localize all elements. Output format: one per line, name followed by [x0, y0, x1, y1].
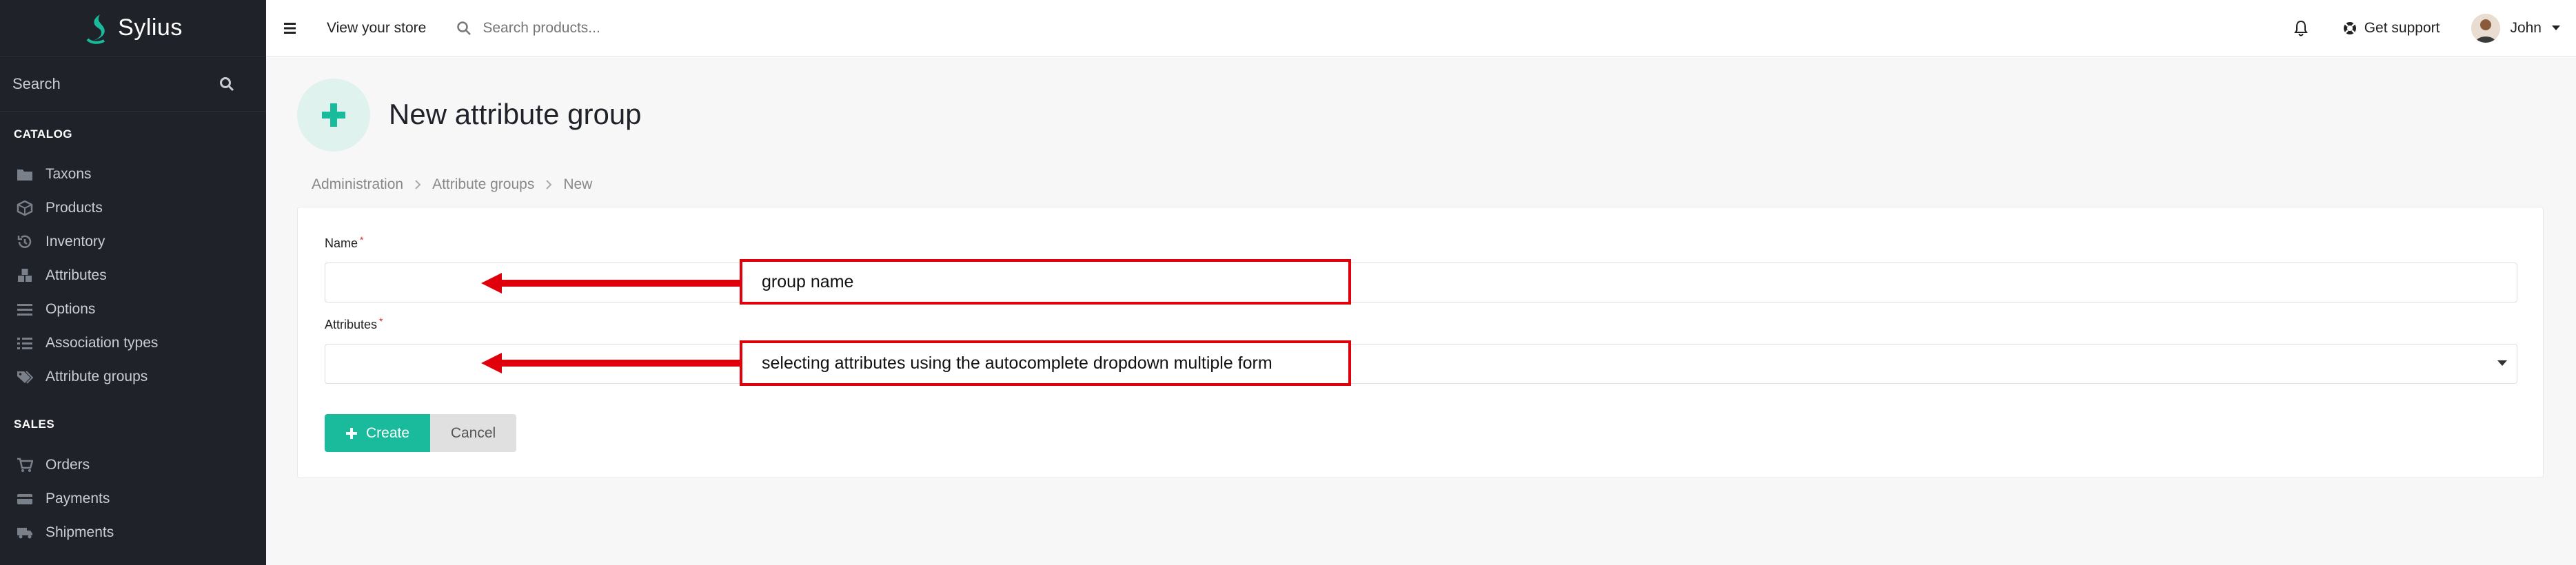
cancel-button-label: Cancel: [450, 424, 496, 441]
chevron-down-icon[interactable]: [2551, 25, 2561, 32]
product-search: [456, 19, 759, 37]
cart-icon: [17, 458, 33, 472]
sidebar-search[interactable]: Search: [0, 56, 266, 112]
sidebar-item-label: Products: [45, 199, 103, 216]
sidebar-search-label: Search: [12, 74, 61, 92]
sidebar-item-products[interactable]: Products: [0, 191, 266, 225]
sidebar-item-inventory[interactable]: Inventory: [0, 225, 266, 258]
search-products-input[interactable]: [483, 19, 759, 37]
sidebar-item-options[interactable]: Options: [0, 292, 266, 326]
cube-icon: [17, 200, 33, 216]
sidebar-item-label: Taxons: [45, 165, 92, 182]
topbar-right: Get support John: [2293, 0, 2561, 56]
sidebar-item-attributes[interactable]: Attributes: [0, 258, 266, 292]
folder-icon: [17, 169, 32, 181]
annotation-arrow-name: [481, 273, 743, 294]
user-name[interactable]: John: [2510, 20, 2542, 37]
breadcrumb: Administration Attribute groups New: [312, 176, 592, 193]
avatar[interactable]: [2471, 14, 2501, 43]
brand-name: Sylius: [118, 14, 183, 41]
sidebar-item-label: Association types: [45, 334, 159, 351]
bell-icon[interactable]: [2293, 20, 2308, 37]
sidebar-item-label: Attribute groups: [45, 368, 148, 384]
dropdown-caret-icon[interactable]: [2497, 360, 2507, 366]
annotation-name-text: group name: [762, 271, 854, 291]
life-ring-icon: [2343, 22, 2356, 34]
sidebar: Sylius Search CATALOG Taxons Products In…: [0, 0, 266, 565]
sidebar-item-orders[interactable]: Orders: [0, 448, 266, 482]
sidebar-item-label: Shipments: [45, 524, 114, 540]
annotation-attributes: selecting attributes using the autocompl…: [740, 340, 1351, 386]
topbar: View your store Get support John: [266, 0, 2576, 56]
sidebar-item-label: Orders: [45, 456, 90, 473]
section-title-catalog: CATALOG: [14, 127, 73, 141]
form-card: Name * Attributes * Create Cancel: [297, 207, 2544, 478]
name-label: Name *: [325, 234, 364, 251]
breadcrumb-administration[interactable]: Administration: [312, 176, 403, 193]
required-mark: *: [379, 316, 383, 327]
annotation-attributes-text: selecting attributes using the autocompl…: [762, 353, 1272, 373]
view-store-link[interactable]: View your store: [327, 20, 426, 37]
required-mark: *: [360, 234, 364, 245]
sylius-logo-icon: [86, 14, 105, 44]
sales-section: SALES: [0, 418, 266, 431]
brand[interactable]: Sylius: [0, 0, 266, 56]
sidebar-item-payments[interactable]: Payments: [0, 482, 266, 515]
payment-icon: [17, 493, 32, 504]
history-icon: [17, 235, 32, 248]
page-title: New attribute group: [389, 98, 642, 130]
truck-icon: [17, 527, 32, 538]
attributes-label-text: Attributes: [325, 318, 378, 331]
sidebar-item-label: Payments: [45, 490, 110, 506]
options-icon: [17, 303, 32, 316]
plus-icon: [345, 427, 357, 439]
user-avatar-icon: [2471, 14, 2501, 43]
cancel-button[interactable]: Cancel: [430, 414, 516, 452]
sidebar-item-shipments[interactable]: Shipments: [0, 515, 266, 549]
sidebar-item-label: Inventory: [45, 233, 105, 249]
plus-icon: [322, 103, 345, 127]
sidebar-item-association-types[interactable]: Association types: [0, 326, 266, 360]
sales-menu: Orders Payments Shipments: [0, 448, 266, 549]
catalog-menu: Taxons Products Inventory Attributes Opt…: [0, 157, 266, 393]
tags-icon: [17, 370, 33, 384]
create-button-label: Create: [365, 424, 410, 441]
get-support-label: Get support: [2364, 20, 2440, 36]
annotation-name: group name: [740, 259, 1351, 305]
breadcrumb-attribute-groups[interactable]: Attribute groups: [432, 176, 534, 193]
name-label-text: Name: [325, 236, 358, 250]
hamburger-menu-icon[interactable]: [284, 22, 299, 34]
chevron-right-icon: [415, 180, 421, 189]
chevron-right-icon: [546, 180, 552, 189]
breadcrumb-new: New: [563, 176, 593, 192]
attributes-label: Attributes *: [325, 316, 383, 332]
page-header-icon: [297, 79, 370, 152]
sidebar-item-label: Attributes: [45, 267, 107, 283]
get-support-link[interactable]: Get support: [2342, 20, 2440, 37]
catalog-section: CATALOG: [0, 127, 266, 141]
sidebar-item-label: Options: [45, 300, 96, 317]
cubes-icon: [18, 268, 32, 282]
sidebar-item-attribute-groups[interactable]: Attribute groups: [0, 360, 266, 393]
sidebar-item-taxons[interactable]: Taxons: [0, 157, 266, 191]
annotation-arrow-attributes: [481, 353, 743, 373]
search-icon: [457, 21, 471, 35]
create-button[interactable]: Create: [325, 414, 430, 452]
section-title-sales: SALES: [14, 418, 55, 431]
search-icon[interactable]: [219, 76, 234, 92]
list-icon: [17, 337, 32, 349]
